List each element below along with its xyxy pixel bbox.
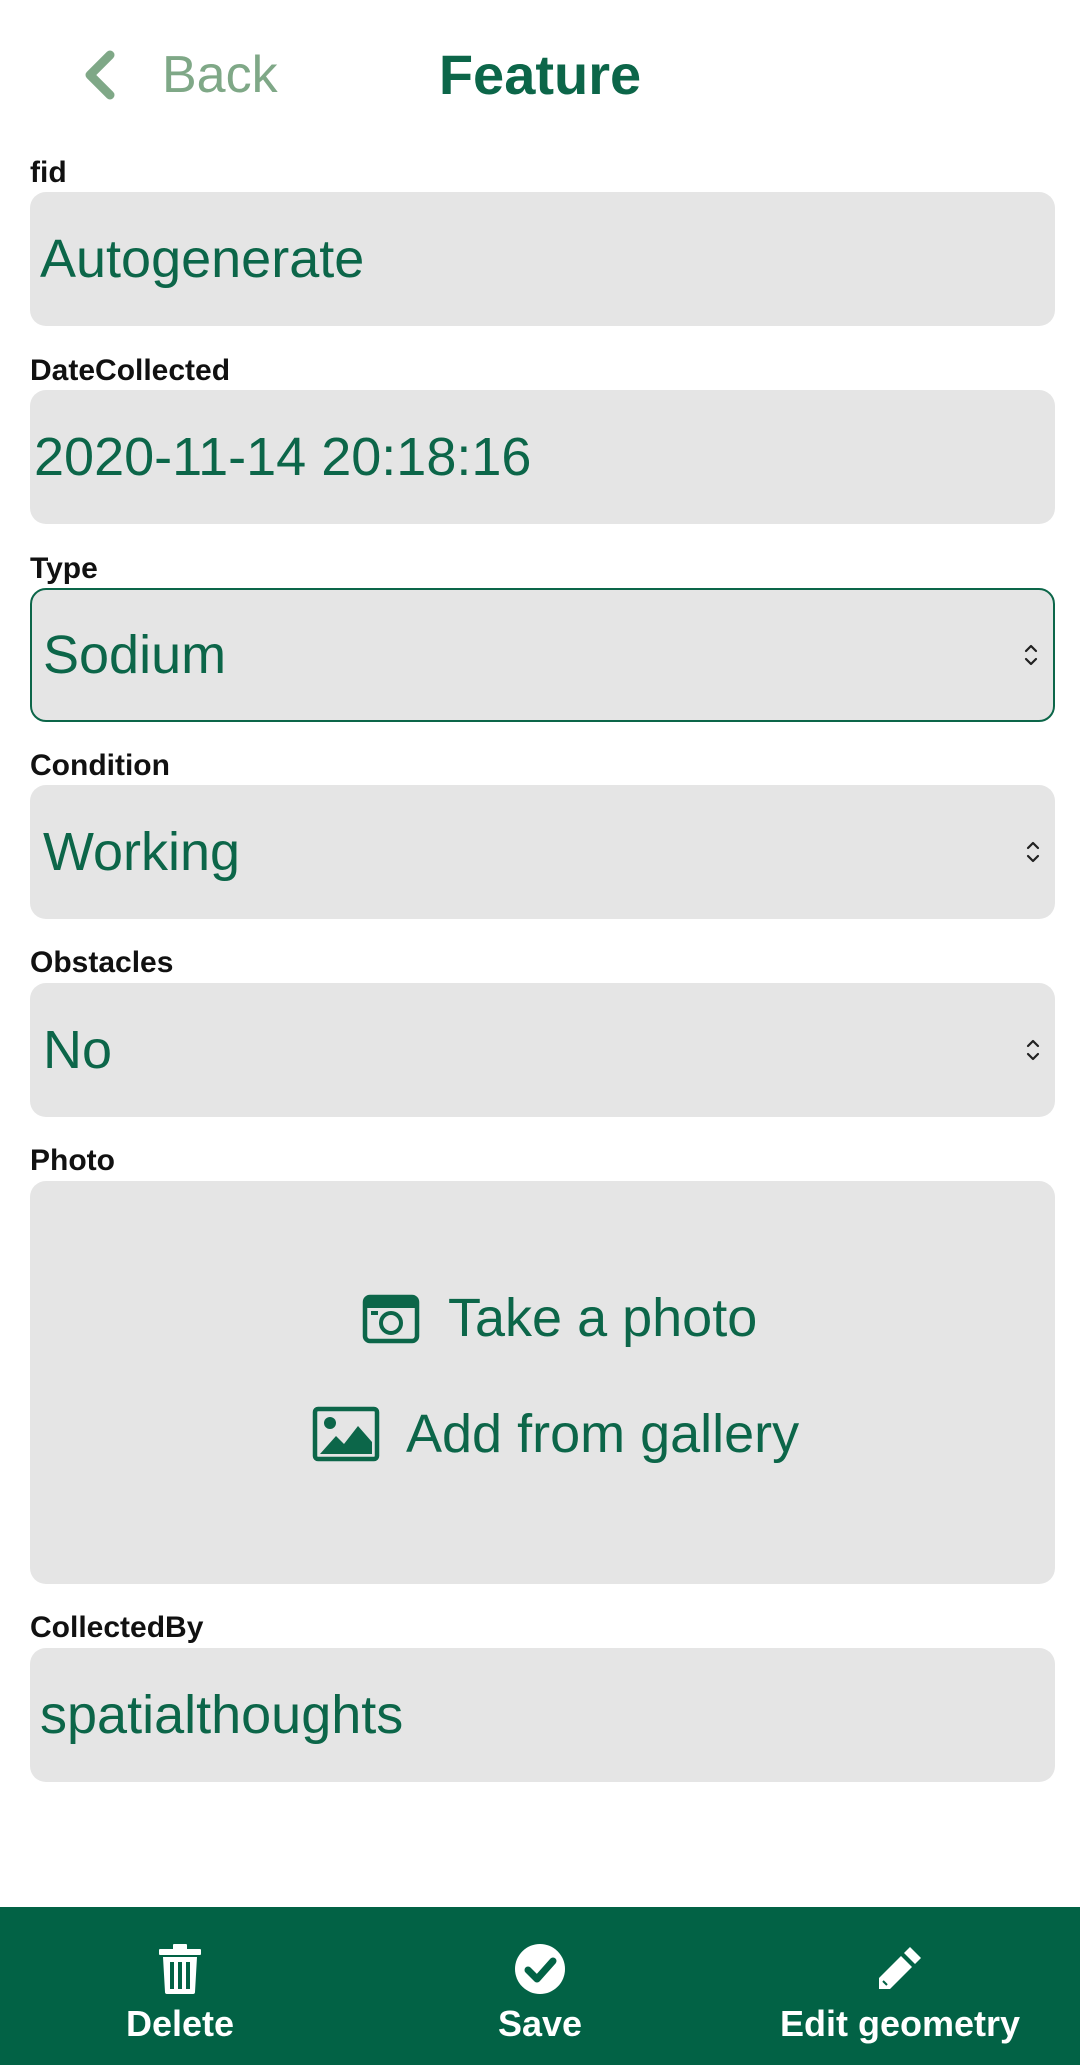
datecollected-value: 2020-11-14 20:18:16 bbox=[34, 427, 532, 487]
chevron-updown-icon bbox=[1024, 644, 1038, 666]
field-label-photo: Photo bbox=[30, 1144, 115, 1177]
chevron-updown-icon bbox=[1026, 1039, 1040, 1061]
collectedby-value: spatialthoughts bbox=[40, 1685, 404, 1745]
field-label-obstacles: Obstacles bbox=[30, 946, 174, 979]
field-label-collectedby: CollectedBy bbox=[30, 1611, 204, 1644]
page-title: Feature bbox=[438, 43, 642, 106]
save-button[interactable]: Save bbox=[360, 1907, 720, 2065]
field-label-type: Type bbox=[30, 552, 98, 585]
collectedby-field[interactable]: spatialthoughts bbox=[30, 1648, 1055, 1782]
type-select[interactable]: Sodium bbox=[30, 588, 1055, 722]
chevron-updown-icon bbox=[1026, 841, 1040, 863]
fid-field[interactable]: Autogenerate bbox=[30, 192, 1055, 326]
condition-select[interactable]: Working bbox=[30, 785, 1055, 919]
trash-icon bbox=[159, 1944, 201, 1994]
add-from-gallery-button[interactable]: Add from gallery bbox=[312, 1397, 799, 1471]
bottom-toolbar: Delete Save Edit geometry bbox=[0, 1907, 1080, 2065]
checkmark-circle-icon bbox=[515, 1944, 565, 1994]
photo-field: Take a photo Add from gallery bbox=[30, 1181, 1055, 1584]
obstacles-value: No bbox=[43, 1020, 113, 1080]
fid-value: Autogenerate bbox=[40, 229, 365, 289]
add-from-gallery-label: Add from gallery bbox=[406, 1404, 800, 1464]
field-label-fid: fid bbox=[30, 156, 67, 189]
image-icon bbox=[312, 1406, 380, 1462]
edit-geometry-label: Edit geometry bbox=[779, 2003, 1021, 2044]
take-photo-label: Take a photo bbox=[448, 1288, 758, 1348]
datecollected-field[interactable]: 2020-11-14 20:18:16 bbox=[30, 390, 1055, 524]
obstacles-select[interactable]: No bbox=[30, 983, 1055, 1117]
field-label-condition: Condition bbox=[30, 749, 170, 782]
condition-value: Working bbox=[43, 822, 241, 882]
delete-label: Delete bbox=[125, 2003, 235, 2044]
header: Back Feature bbox=[0, 0, 1080, 150]
edit-geometry-button[interactable]: Edit geometry bbox=[720, 1907, 1080, 2065]
delete-button[interactable]: Delete bbox=[0, 1907, 360, 2065]
field-label-datecollected: DateCollected bbox=[30, 354, 231, 387]
type-value: Sodium bbox=[43, 625, 227, 685]
pencil-icon bbox=[879, 1947, 921, 1989]
camera-icon bbox=[362, 1294, 420, 1344]
save-label: Save bbox=[497, 2003, 583, 2044]
take-photo-button[interactable]: Take a photo bbox=[362, 1281, 757, 1355]
